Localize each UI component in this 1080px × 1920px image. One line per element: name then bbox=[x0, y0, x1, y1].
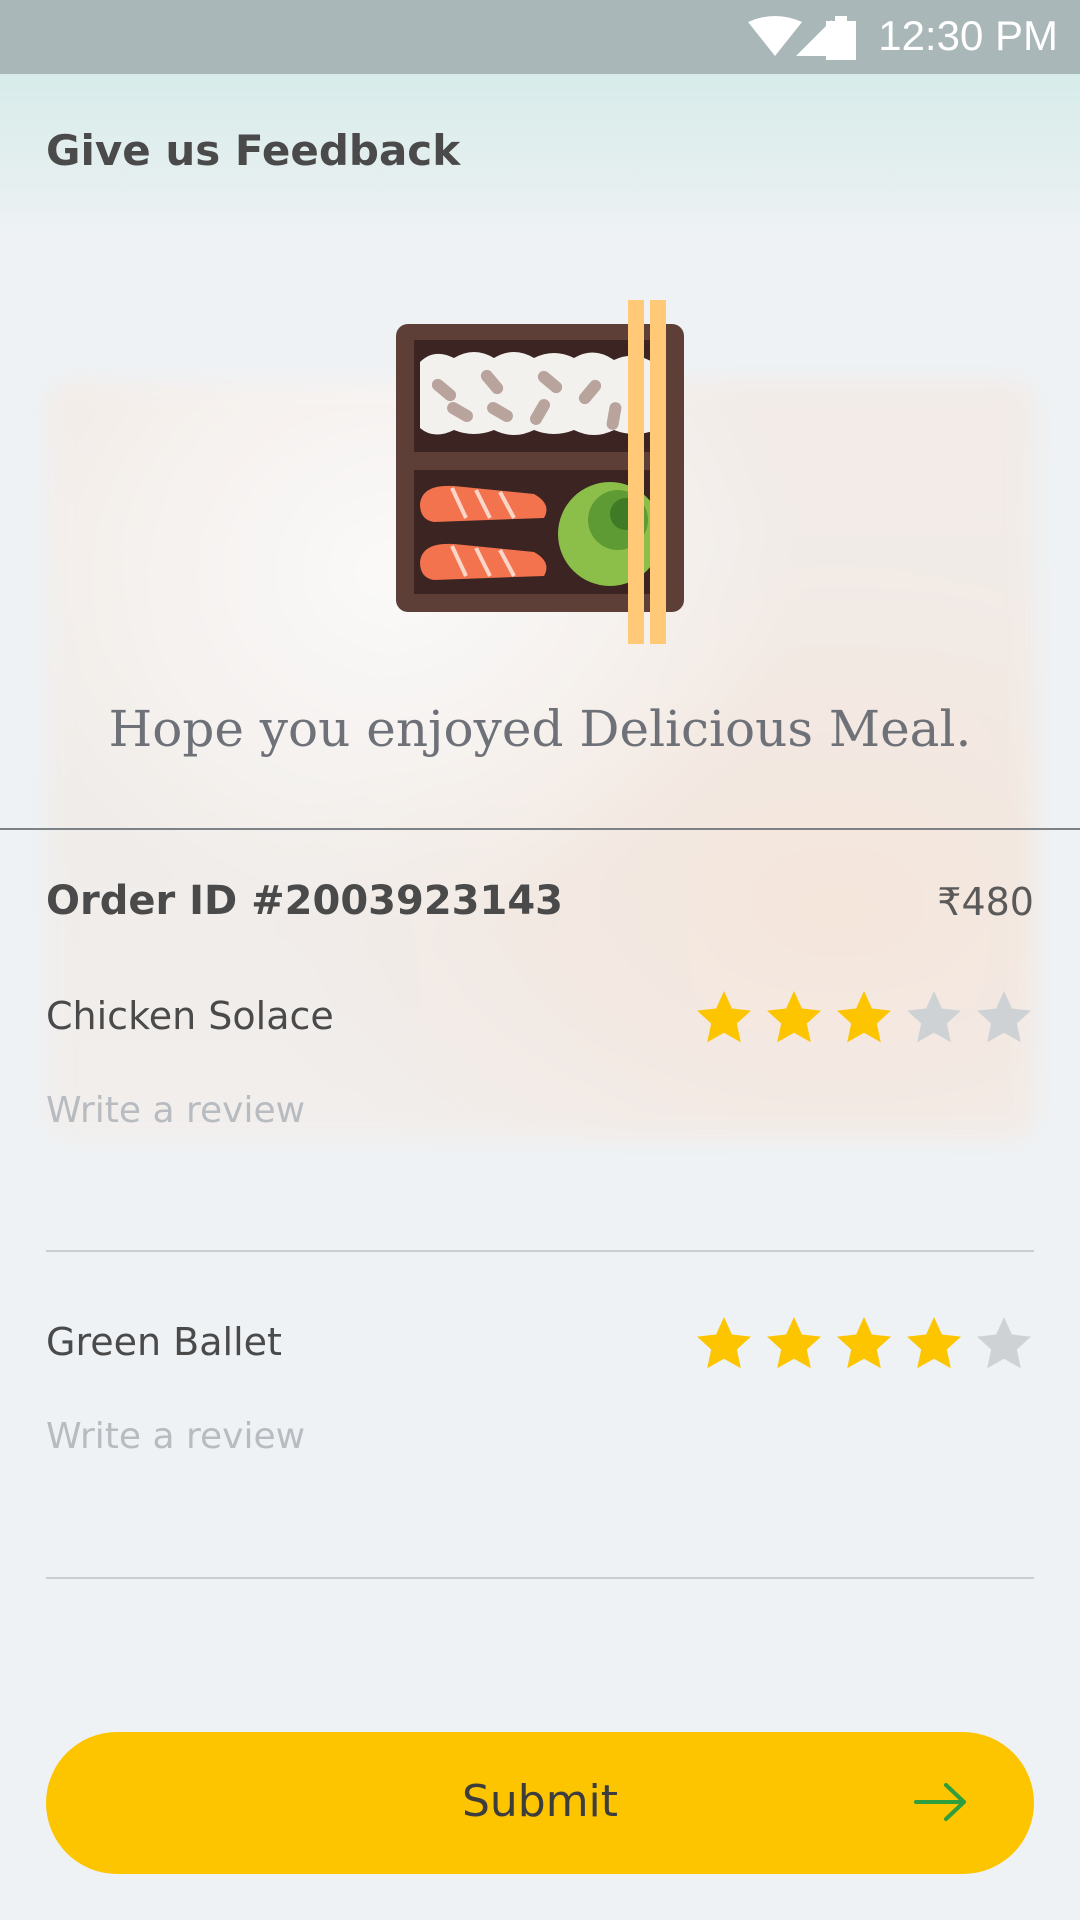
item-name: Green Ballet bbox=[46, 1320, 282, 1364]
review-underline bbox=[46, 1250, 1034, 1252]
submit-button[interactable]: Submit bbox=[46, 1732, 1034, 1874]
star-filled-icon[interactable] bbox=[764, 988, 824, 1048]
star-empty-icon[interactable] bbox=[904, 988, 964, 1048]
rating-stars bbox=[694, 1314, 1034, 1374]
review-input[interactable] bbox=[46, 1396, 1034, 1476]
star-empty-icon[interactable] bbox=[974, 1314, 1034, 1374]
star-filled-icon[interactable] bbox=[904, 1314, 964, 1374]
status-time: 12:30 PM bbox=[878, 12, 1058, 59]
arrow-right-icon bbox=[914, 1783, 966, 1821]
battery-icon bbox=[857, 14, 858, 15]
status-bar: 12:30 PM bbox=[0, 0, 1080, 74]
divider bbox=[0, 828, 1080, 830]
hope-message: Hope you enjoyed Delicious Meal. bbox=[108, 700, 972, 758]
order-id: Order ID #2003923143 bbox=[46, 878, 563, 924]
star-empty-icon[interactable] bbox=[974, 988, 1034, 1048]
submit-label: Submit bbox=[461, 1776, 619, 1827]
review-underline bbox=[46, 1577, 1034, 1579]
star-filled-icon[interactable] bbox=[694, 1314, 754, 1374]
rating-stars bbox=[694, 988, 1034, 1048]
bento-box-icon bbox=[396, 300, 684, 644]
page-title: Give us Feedback bbox=[46, 126, 461, 175]
order-price: ₹480 bbox=[937, 880, 1034, 924]
review-input[interactable] bbox=[46, 1070, 1034, 1150]
star-filled-icon[interactable] bbox=[764, 1314, 824, 1374]
star-filled-icon[interactable] bbox=[834, 1314, 894, 1374]
battery-icon bbox=[826, 16, 856, 60]
star-filled-icon[interactable] bbox=[694, 988, 754, 1048]
app-bar: Give us Feedback bbox=[0, 74, 1080, 234]
wifi-icon bbox=[748, 16, 802, 56]
item-name: Chicken Solace bbox=[46, 994, 334, 1038]
star-filled-icon[interactable] bbox=[834, 988, 894, 1048]
